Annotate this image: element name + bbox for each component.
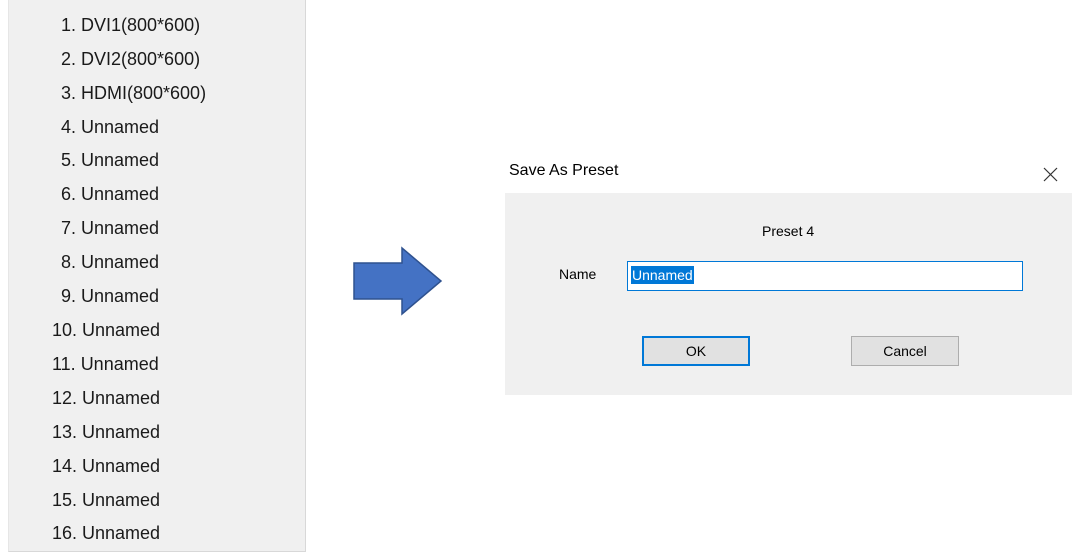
preset-item-8[interactable]: 8. Unnamed [9, 247, 305, 277]
dialog-body: Preset 4 Name Unnamed OK Cancel [505, 193, 1072, 395]
preset-item-label: 1. DVI1(800*600) [61, 15, 201, 35]
preset-item-10[interactable]: 10. Unnamed [9, 315, 305, 345]
dialog-titlebar: Save As Preset [505, 155, 1072, 193]
preset-item-label: 6. Unnamed [61, 184, 160, 204]
preset-item-12[interactable]: 12. Unnamed [9, 383, 305, 413]
preset-heading: Preset 4 [762, 223, 815, 239]
preset-item-15[interactable]: 15. Unnamed [9, 485, 305, 515]
close-icon [1043, 167, 1058, 182]
preset-item-label: 12. Unnamed [52, 388, 161, 408]
preset-item-14[interactable]: 14. Unnamed [9, 451, 305, 481]
preset-item-label: 15. Unnamed [52, 490, 161, 510]
preset-item-11[interactable]: 11. Unnamed [9, 349, 305, 379]
preset-item-label: 13. Unnamed [52, 422, 161, 442]
screen: 1. DVI1(800*600) 2. DVI2(800*600) 3. HDM… [0, 0, 1072, 554]
preset-item-3[interactable]: 3. HDMI(800*600) [9, 78, 305, 108]
preset-item-label: 3. HDMI(800*600) [61, 83, 207, 103]
dialog-title: Save As Preset [509, 162, 619, 179]
preset-item-13[interactable]: 13. Unnamed [9, 417, 305, 447]
preset-item-16[interactable]: 16. Unnamed [9, 518, 305, 548]
preset-item-1[interactable]: 1. DVI1(800*600) [9, 10, 305, 40]
close-button[interactable] [1034, 159, 1066, 189]
name-input-value: Unnamed [631, 266, 694, 284]
preset-item-label: 10. Unnamed [52, 320, 161, 340]
preset-item-label: 14. Unnamed [52, 456, 161, 476]
cancel-button[interactable]: Cancel [851, 336, 959, 366]
preset-item-label: 9. Unnamed [61, 286, 160, 306]
preset-item-label: 2. DVI2(800*600) [61, 49, 201, 69]
preset-item-7[interactable]: 7. Unnamed [9, 213, 305, 243]
preset-list: 1. DVI1(800*600) 2. DVI2(800*600) 3. HDM… [8, 0, 306, 552]
preset-item-label: 11. Unnamed [52, 354, 159, 374]
right-arrow-icon [353, 246, 443, 316]
preset-item-label: 16. Unnamed [52, 523, 161, 543]
preset-item-2[interactable]: 2. DVI2(800*600) [9, 44, 305, 74]
preset-item-4[interactable]: 4. Unnamed [9, 112, 305, 142]
preset-item-label: 8. Unnamed [61, 252, 160, 272]
preset-item-label: 5. Unnamed [61, 150, 160, 170]
preset-item-9[interactable]: 9. Unnamed [9, 281, 305, 311]
preset-item-5[interactable]: 5. Unnamed [9, 145, 305, 175]
preset-item-6[interactable]: 6. Unnamed [9, 179, 305, 209]
preset-item-label: 4. Unnamed [61, 117, 160, 137]
ok-button[interactable]: OK [642, 336, 750, 366]
name-input[interactable]: Unnamed [627, 261, 1023, 291]
preset-item-label: 7. Unnamed [61, 218, 160, 238]
name-label: Name [559, 266, 597, 282]
